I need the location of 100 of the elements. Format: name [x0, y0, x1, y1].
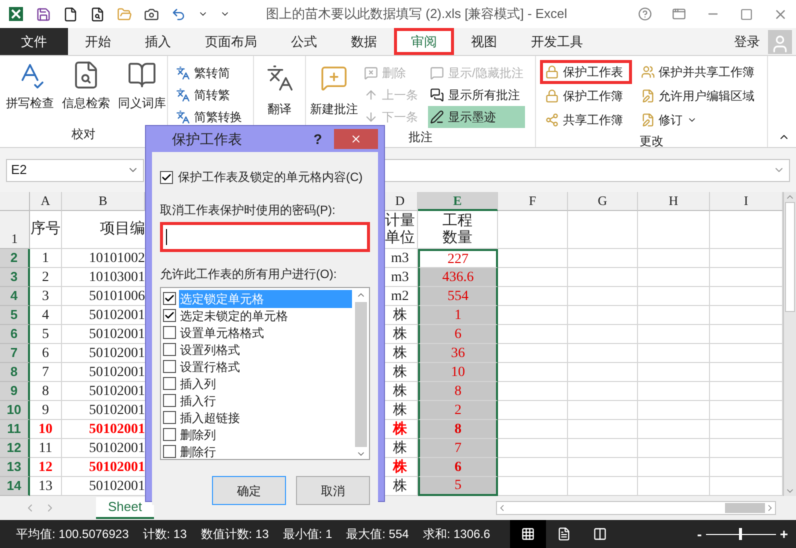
checkbox[interactable]: [163, 377, 176, 390]
ribbon-tab[interactable]: 公式: [274, 28, 334, 55]
ribbon-tab[interactable]: 开始: [68, 28, 128, 55]
ribbon-tab[interactable]: 视图: [454, 28, 514, 55]
row-header[interactable]: 8: [0, 363, 30, 382]
checkbox[interactable]: [163, 394, 176, 407]
checkbox[interactable]: [163, 292, 176, 305]
print-preview-icon[interactable]: [90, 6, 105, 22]
group-label: 批注: [408, 129, 432, 146]
row-header[interactable]: 7: [0, 344, 30, 363]
ribbon-display-icon[interactable]: [672, 7, 686, 21]
grid-icon: [521, 527, 536, 541]
list-item[interactable]: 删除列: [179, 426, 352, 444]
column-header[interactable]: E: [418, 192, 498, 211]
vertical-scrollbar[interactable]: [783, 192, 796, 496]
zoom-thumb[interactable]: [739, 528, 742, 540]
ribbon-button[interactable]: 共享工作簿: [540, 108, 632, 132]
list-item[interactable]: 设置行格式: [179, 358, 352, 376]
list-item[interactable]: 插入列: [179, 374, 352, 392]
list-item[interactable]: 选定未锁定的单元格: [179, 306, 352, 324]
up-arrow-icon: [364, 88, 378, 102]
ribbon-button[interactable]: 保护并共享工作簿: [636, 60, 763, 84]
zoom-out-button[interactable]: -: [697, 524, 702, 544]
ribbon-button[interactable]: 同义词库: [116, 60, 168, 125]
password-field[interactable]: [160, 222, 370, 252]
camera-icon[interactable]: [144, 6, 159, 22]
scroll-thumb[interactable]: [725, 503, 765, 513]
row-header[interactable]: 3: [0, 268, 30, 287]
checkbox[interactable]: [163, 428, 176, 441]
ribbon-tab[interactable]: 数据: [334, 28, 394, 55]
status-stat: 最大值: 554: [346, 526, 409, 543]
scroll-thumb[interactable]: [354, 302, 366, 447]
row-header[interactable]: 1: [0, 211, 30, 249]
save-icon[interactable]: [36, 6, 51, 22]
list-item[interactable]: 设置列格式: [179, 340, 352, 358]
ribbon-button[interactable]: 信息检索: [60, 60, 112, 125]
lock-icon: [545, 65, 559, 79]
row-header[interactable]: 13: [0, 458, 30, 477]
scroll-thumb[interactable]: [785, 202, 795, 312]
row-header[interactable]: 10: [0, 401, 30, 420]
list-item[interactable]: 删除行: [179, 442, 352, 460]
help-icon[interactable]: [638, 7, 652, 21]
undo-icon[interactable]: [171, 6, 186, 22]
ribbon-tab[interactable]: 开发工具: [514, 28, 600, 55]
ribbon-button[interactable]: 拼写检查: [4, 60, 56, 125]
sign-in-link[interactable]: 登录: [734, 32, 760, 52]
row-header[interactable]: 11: [0, 420, 30, 439]
row-header[interactable]: 12: [0, 439, 30, 458]
status-stat: 计数: 13: [142, 526, 187, 543]
checkbox[interactable]: [163, 360, 176, 373]
checkbox[interactable]: [163, 445, 176, 458]
ribbon-button[interactable]: 翻译: [266, 64, 294, 118]
checkbox[interactable]: [163, 343, 176, 356]
dialog-button[interactable]: 确定: [212, 476, 286, 505]
table-cell: 6: [418, 458, 498, 477]
row-header[interactable]: 6: [0, 325, 30, 344]
zoom-slider[interactable]: [706, 528, 776, 540]
row-header[interactable]: 4: [0, 287, 30, 306]
ribbon-tab[interactable]: 审阅: [394, 28, 454, 55]
permissions-list[interactable]: 选定锁定单元格 选定未锁定的单元格 设置单元格格式 设置列格式 设置行格式 插入列 插入行 插入超链接 删除列 删除行: [160, 287, 370, 460]
dialog-button[interactable]: 取消: [296, 476, 370, 505]
row-header[interactable]: 14: [0, 477, 30, 496]
ribbon-button[interactable]: 简繁转换: [176, 108, 245, 126]
new-file-icon[interactable]: [63, 6, 78, 22]
list-item[interactable]: 设置单元格格式: [179, 324, 352, 342]
status-stat: 平均值: 100.5076923: [16, 526, 129, 543]
ribbon-button[interactable]: 保护工作簿: [540, 84, 632, 108]
checkbox[interactable]: [160, 170, 173, 184]
status-stat: 数值计数: 13: [200, 526, 269, 543]
horizontal-scrollbar[interactable]: [496, 501, 776, 515]
zoom-in-button[interactable]: +: [780, 524, 788, 544]
sheet-tab[interactable]: Sheet: [96, 497, 154, 519]
ribbon-button[interactable]: 允许用户编辑区域: [636, 84, 763, 108]
ribbon-tab[interactable]: 页面布局: [188, 28, 274, 55]
ribbon-tab[interactable]: 插入: [128, 28, 188, 55]
list-item[interactable]: 插入行: [179, 392, 352, 410]
help-button[interactable]: ?: [313, 128, 322, 150]
ribbon-button[interactable]: 新建批注: [310, 60, 358, 128]
row-header[interactable]: 5: [0, 306, 30, 325]
table-cell: 36: [418, 344, 498, 363]
name-box[interactable]: E2: [6, 158, 144, 182]
ribbon-button[interactable]: 修订: [636, 108, 763, 132]
check-mark-icon: [164, 310, 175, 321]
row-header[interactable]: 9: [0, 382, 30, 401]
ribbon-button[interactable]: 简转繁: [176, 86, 245, 104]
checkbox-label[interactable]: 保护工作表及锁定的单元格内容(C): [178, 168, 363, 186]
ribbon-button[interactable]: 繁转简: [176, 64, 245, 82]
ribbon-button[interactable]: 保护工作表: [540, 60, 632, 84]
list-item[interactable]: 插入超链接: [179, 408, 352, 426]
ribbon-button[interactable]: 显示所有批注: [428, 84, 526, 106]
checkbox[interactable]: [163, 309, 176, 322]
file-tab[interactable]: 文件: [0, 28, 68, 55]
row-header[interactable]: 2: [0, 249, 30, 268]
maximize-icon[interactable]: [740, 8, 753, 20]
view-button[interactable]: [510, 520, 546, 548]
book-icon: [127, 60, 157, 90]
close-button[interactable]: [334, 129, 378, 149]
ribbon-button[interactable]: 显示墨迹: [428, 106, 526, 128]
checkbox[interactable]: [163, 326, 176, 339]
checkbox[interactable]: [163, 411, 176, 424]
